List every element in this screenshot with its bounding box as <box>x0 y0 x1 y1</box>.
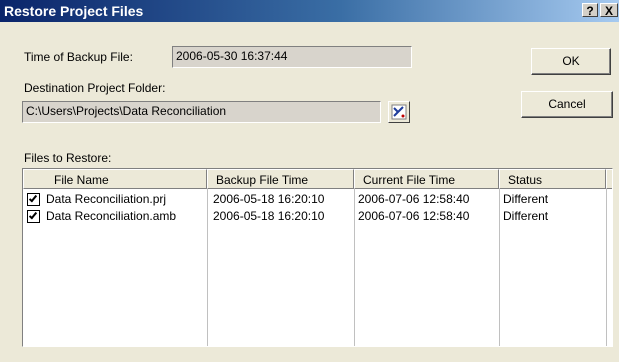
table-row[interactable]: Data Reconciliation.prj 2006-05-18 16:20… <box>23 191 612 208</box>
table-row[interactable]: Data Reconciliation.amb 2006-05-18 16:20… <box>23 208 612 225</box>
destination-folder-label: Destination Project Folder: <box>24 81 166 95</box>
backup-time-field: 2006-05-30 16:37:44 <box>172 46 412 68</box>
destination-folder-field: C:\Users\Projects\Data Reconciliation <box>22 101 381 123</box>
dialog-title: Restore Project Files <box>4 3 144 19</box>
checkmark-icon <box>28 210 38 220</box>
checkmark-icon <box>28 193 38 203</box>
cell-backup-time: 2006-05-18 16:20:10 <box>213 192 325 206</box>
browse-folder-button[interactable] <box>388 101 410 123</box>
cell-file-name: Data Reconciliation.amb <box>46 209 177 223</box>
cell-status: Different <box>503 192 549 206</box>
cell-file-name: Data Reconciliation.prj <box>46 192 167 206</box>
ok-button[interactable]: OK <box>531 48 611 75</box>
files-list[interactable]: File Name Backup File Time Current File … <box>22 168 613 347</box>
cancel-button[interactable]: Cancel <box>521 91 613 118</box>
backup-time-label: Time of Backup File: <box>24 50 133 64</box>
close-button[interactable]: X <box>600 3 618 18</box>
cell-current-time: 2006-07-06 12:58:40 <box>358 192 470 206</box>
row-checkbox[interactable] <box>27 193 40 206</box>
column-file-name[interactable]: File Name <box>23 169 207 189</box>
help-button[interactable]: ? <box>582 3 598 18</box>
column-filler <box>606 169 612 189</box>
files-to-restore-label: Files to Restore: <box>24 151 112 165</box>
column-backup-file-time[interactable]: Backup File Time <box>207 169 354 189</box>
cell-current-time: 2006-07-06 12:58:40 <box>358 209 470 223</box>
list-header: File Name Backup File Time Current File … <box>23 169 612 189</box>
title-bar[interactable]: Restore Project Files ? X <box>0 0 619 22</box>
column-status[interactable]: Status <box>499 169 606 189</box>
cell-backup-time: 2006-05-18 16:20:10 <box>213 209 325 223</box>
restore-project-files-dialog: Restore Project Files ? X Time of Backup… <box>0 0 619 362</box>
column-current-file-time[interactable]: Current File Time <box>354 169 499 189</box>
row-checkbox[interactable] <box>27 210 40 223</box>
folder-browse-icon <box>389 104 409 125</box>
cell-status: Different <box>503 209 549 223</box>
